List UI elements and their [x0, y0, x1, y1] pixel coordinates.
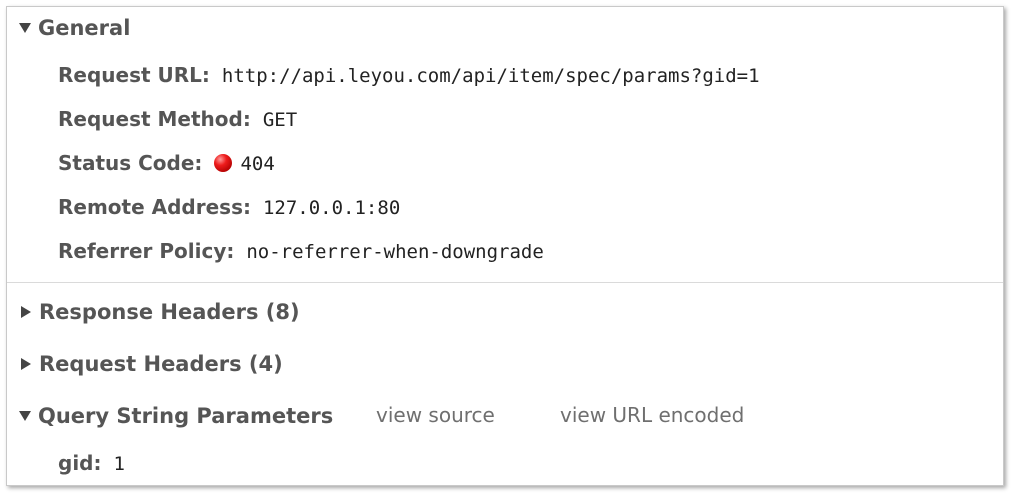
request-method-value: GET	[262, 109, 298, 131]
response-headers-section-header[interactable]: Response Headers (8)	[19, 297, 300, 327]
referrer-policy-label: Referrer Policy:	[58, 239, 235, 263]
request-url-label: Request URL:	[58, 63, 210, 87]
referrer-policy-row: Referrer Policy: no-referrer-when-downgr…	[58, 239, 544, 269]
request-method-row: Request Method: GET	[58, 107, 297, 137]
general-section-title: General	[38, 16, 131, 40]
view-source-link[interactable]: view source	[376, 403, 495, 427]
request-url-row: Request URL: http://api.leyou.com/api/it…	[58, 63, 760, 93]
headers-panel: General Request URL: http://api.leyou.co…	[6, 6, 1004, 486]
referrer-policy-value: no-referrer-when-downgrade	[246, 241, 544, 263]
remote-address-row: Remote Address: 127.0.0.1:80	[58, 195, 400, 225]
red-status-dot-icon	[214, 154, 233, 172]
request-headers-section-header[interactable]: Request Headers (4)	[19, 349, 283, 379]
status-code-row: Status Code: 404	[58, 151, 275, 181]
general-section-header[interactable]: General	[19, 13, 130, 43]
triangle-right-icon	[21, 306, 31, 318]
remote-address-value: 127.0.0.1:80	[262, 197, 401, 219]
remote-address-label: Remote Address:	[58, 195, 251, 219]
view-url-encoded-link[interactable]: view URL encoded	[560, 403, 744, 427]
query-param-value: 1	[113, 453, 125, 475]
status-code-value: 404	[240, 153, 275, 175]
triangle-down-icon	[19, 411, 31, 421]
request-url-value: http://api.leyou.com/api/item/spec/param…	[221, 65, 760, 87]
status-code-label: Status Code:	[58, 151, 203, 175]
triangle-right-icon	[21, 358, 31, 370]
section-divider	[7, 282, 1003, 283]
query-param-row: gid: 1	[58, 451, 125, 481]
query-params-section-header[interactable]: Query String Parameters	[19, 401, 333, 431]
query-param-key: gid:	[58, 451, 102, 475]
request-method-label: Request Method:	[58, 107, 251, 131]
response-headers-title: Response Headers (8)	[39, 300, 300, 324]
request-headers-title: Request Headers (4)	[39, 352, 283, 376]
query-params-title: Query String Parameters	[38, 404, 334, 428]
triangle-down-icon	[19, 23, 31, 33]
